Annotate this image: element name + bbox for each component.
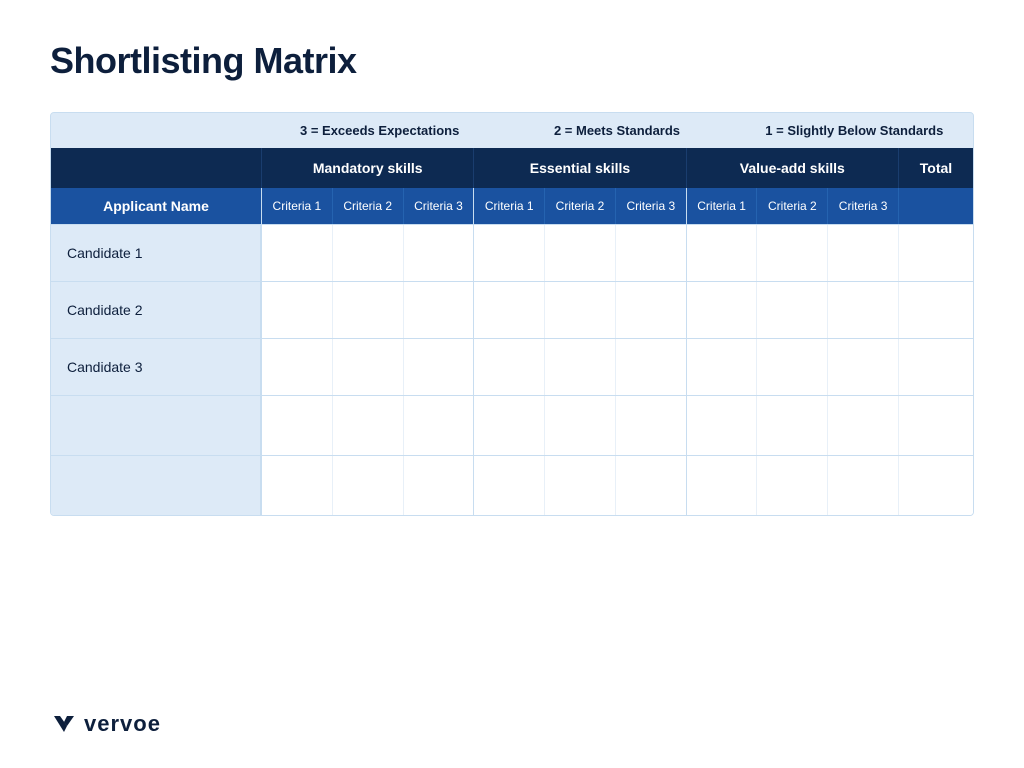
page-title: Shortlisting Matrix	[50, 40, 974, 82]
legend-item-1: 3 = Exceeds Expectations	[261, 123, 498, 138]
row3-e2	[544, 339, 615, 395]
page: Shortlisting Matrix 3 = Exceeds Expectat…	[0, 0, 1024, 768]
table-row-empty	[51, 395, 973, 455]
essential-criteria-2: Criteria 2	[544, 188, 615, 224]
vervoe-logo-icon	[50, 710, 78, 738]
candidate-name-2: Candidate 2	[51, 282, 261, 338]
row2-e3	[615, 282, 686, 338]
row3-v1	[686, 339, 757, 395]
row1-e3	[615, 225, 686, 281]
row3-m2	[332, 339, 403, 395]
row1-e2	[544, 225, 615, 281]
candidate-name-3: Candidate 3	[51, 339, 261, 395]
row2-v2	[756, 282, 827, 338]
row3-v2	[756, 339, 827, 395]
mandatory-criteria-2: Criteria 2	[332, 188, 403, 224]
matrix-wrapper: 3 = Exceeds Expectations 2 = Meets Stand…	[50, 112, 974, 516]
row1-e1	[473, 225, 544, 281]
row1-m1	[261, 225, 332, 281]
criteria-name-cell: Applicant Name	[51, 188, 261, 224]
row3-v3	[827, 339, 898, 395]
row2-e1	[473, 282, 544, 338]
value-add-criteria-3: Criteria 3	[827, 188, 898, 224]
row2-m1	[261, 282, 332, 338]
legend-row: 3 = Exceeds Expectations 2 = Meets Stand…	[51, 113, 973, 148]
criteria-total-cell	[898, 188, 973, 224]
row2-v3	[827, 282, 898, 338]
table-row-empty	[51, 455, 973, 515]
row1-m3	[403, 225, 474, 281]
mandatory-criteria-1: Criteria 1	[261, 188, 332, 224]
mandatory-criteria-3: Criteria 3	[403, 188, 474, 224]
row2-total	[898, 282, 973, 338]
row1-v3	[827, 225, 898, 281]
row3-total	[898, 339, 973, 395]
header-value-add: Value-add skills	[686, 148, 898, 188]
table-row: Candidate 1	[51, 224, 973, 281]
row1-v2	[756, 225, 827, 281]
header-total: Total	[898, 148, 973, 188]
header-mandatory: Mandatory skills	[261, 148, 473, 188]
value-add-criteria-2: Criteria 2	[756, 188, 827, 224]
row1-m2	[332, 225, 403, 281]
row3-m1	[261, 339, 332, 395]
row1-total	[898, 225, 973, 281]
essential-criteria-1: Criteria 1	[473, 188, 544, 224]
header-name-spacer	[51, 148, 261, 188]
row3-m3	[403, 339, 474, 395]
logo-area: vervoe	[50, 710, 161, 738]
row2-m3	[403, 282, 474, 338]
row2-m2	[332, 282, 403, 338]
row1-v1	[686, 225, 757, 281]
legend-item-2: 2 = Meets Standards	[498, 123, 735, 138]
legend-item-3: 1 = Slightly Below Standards	[736, 123, 973, 138]
row3-e1	[473, 339, 544, 395]
row2-e2	[544, 282, 615, 338]
candidate-name-1: Candidate 1	[51, 225, 261, 281]
table-row: Candidate 3	[51, 338, 973, 395]
table-row: Candidate 2	[51, 281, 973, 338]
row2-v1	[686, 282, 757, 338]
empty-name-1	[51, 396, 261, 455]
essential-criteria-3: Criteria 3	[615, 188, 686, 224]
empty-name-2	[51, 456, 261, 515]
header-essential: Essential skills	[473, 148, 685, 188]
row3-e3	[615, 339, 686, 395]
logo-text: vervoe	[84, 711, 161, 737]
header-row: Mandatory skills Essential skills Value-…	[51, 148, 973, 188]
value-add-criteria-1: Criteria 1	[686, 188, 757, 224]
criteria-row: Applicant Name Criteria 1 Criteria 2 Cri…	[51, 188, 973, 224]
